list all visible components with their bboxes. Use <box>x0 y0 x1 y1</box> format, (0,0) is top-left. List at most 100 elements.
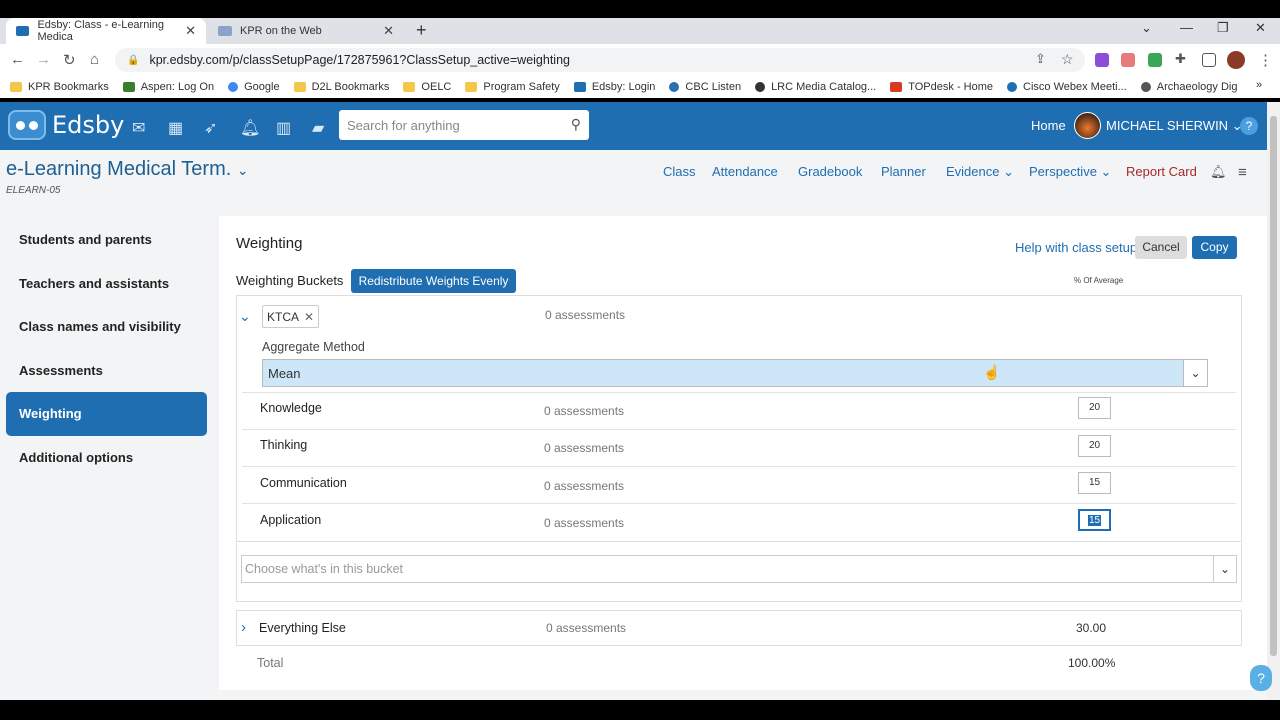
bookmarks-bar: KPR Bookmarks Aspen: Log On Google D2L B… <box>0 76 1280 98</box>
mail-icon[interactable]: ✉ <box>132 118 145 138</box>
chevron-right-icon[interactable]: › <box>241 619 246 636</box>
more-bookmarks-icon[interactable]: » <box>1256 79 1262 91</box>
bookmark-item[interactable]: D2L Bookmarks <box>293 81 389 93</box>
user-menu[interactable]: MICHAEL SHERWIN ⌄ <box>1106 118 1243 134</box>
tab-kpr[interactable]: KPR on the Web ✕ <box>208 18 404 44</box>
search-icon[interactable]: ⚲ <box>571 116 581 133</box>
bell-icon[interactable]: 🔔︎ <box>240 118 260 138</box>
window-close-icon[interactable]: ✕ <box>1255 20 1266 36</box>
new-tab-icon[interactable]: + <box>416 20 427 41</box>
category-name: Application <box>260 513 322 527</box>
nav-attendance[interactable]: Attendance <box>712 164 778 179</box>
url-input[interactable]: 🔒 kpr.edsby.com/p/classSetupPage/1728759… <box>115 48 1085 72</box>
aggregate-method-select[interactable]: Mean ⌄ <box>262 359 1208 387</box>
sidebar: Students and parents Teachers and assist… <box>6 218 207 479</box>
extension-icon[interactable] <box>1095 53 1109 67</box>
remove-tag-icon[interactable]: ✕ <box>304 310 314 324</box>
nav-gradebook[interactable]: Gradebook <box>798 164 862 179</box>
bookmark-item[interactable]: Program Safety <box>465 81 560 93</box>
bookmark-item[interactable]: CBC Listen <box>669 81 741 93</box>
weight-input[interactable]: 20 <box>1078 435 1111 457</box>
close-icon[interactable]: ✕ <box>383 23 394 39</box>
sidebar-item-teachers[interactable]: Teachers and assistants <box>6 262 207 306</box>
back-icon[interactable]: ← <box>10 51 25 68</box>
scrollbar-thumb[interactable] <box>1270 116 1277 656</box>
calendar-icon[interactable]: ▦ <box>168 118 183 138</box>
sidebar-item-students[interactable]: Students and parents <box>6 218 207 262</box>
address-bar: ← → ↻ ⌂ 🔒 kpr.edsby.com/p/classSetupPage… <box>0 44 1280 76</box>
tab-search-icon[interactable]: ⌄ <box>1141 20 1152 36</box>
sidebar-item-class-names[interactable]: Class names and visibility <box>6 305 207 349</box>
share-icon[interactable]: ⇪ <box>1035 51 1046 67</box>
nav-class[interactable]: Class <box>663 164 696 179</box>
bookmark-star-icon[interactable]: ☆ <box>1061 51 1074 68</box>
nav-perspective[interactable]: Perspective ⌄ <box>1029 164 1111 180</box>
bookmark-item[interactable]: KPR Bookmarks <box>10 81 109 93</box>
bookmark-item[interactable]: Archaeology Dig <box>1140 81 1237 93</box>
nav-evidence[interactable]: Evidence ⌄ <box>946 164 1014 180</box>
bookmark-item[interactable]: Google <box>228 81 280 93</box>
hamburger-menu-icon[interactable]: ≡ <box>1238 164 1247 181</box>
bookmark-item[interactable]: Cisco Webex Meeti... <box>1007 81 1127 93</box>
category-assessments: 0 assessments <box>544 516 625 530</box>
help-icon[interactable]: ? <box>1240 117 1258 135</box>
menu-kebab-icon[interactable]: ⋮ <box>1258 51 1273 69</box>
home-link[interactable]: Home <box>1031 118 1066 133</box>
close-icon[interactable]: ✕ <box>185 23 196 39</box>
cancel-button[interactable]: Cancel <box>1135 236 1187 259</box>
bookmark-item[interactable]: TOPdesk - Home <box>890 81 993 93</box>
chevron-down-icon: ⌄ <box>1003 164 1015 179</box>
nav-report-card[interactable]: Report Card <box>1126 164 1197 179</box>
class-title[interactable]: e-Learning Medical Term. ⌄ <box>6 158 249 181</box>
bucket-contents-select[interactable]: Choose what's in this bucket ⌄ <box>241 555 1237 583</box>
copy-button[interactable]: Copy <box>1192 236 1237 259</box>
minimize-icon[interactable]: — <box>1180 20 1193 35</box>
forward-icon[interactable]: → <box>36 51 51 68</box>
folder-icon[interactable]: ▰ <box>312 118 324 138</box>
redistribute-button[interactable]: Redistribute Weights Evenly <box>351 269 516 293</box>
home-icon[interactable]: ⌂ <box>90 51 99 68</box>
url-text: kpr.edsby.com/p/classSetupPage/172875961… <box>149 53 570 67</box>
extension-icon[interactable] <box>1148 53 1162 67</box>
scrollbar[interactable] <box>1267 102 1280 700</box>
edsby-logo[interactable]: Edsby <box>8 110 124 140</box>
search-placeholder: Search for anything <box>347 117 460 133</box>
sidebar-item-additional[interactable]: Additional options <box>6 436 207 480</box>
bookmark-item[interactable]: LRC Media Catalog... <box>755 81 876 93</box>
everything-else-assessments: 0 assessments <box>546 621 627 635</box>
bookmark-label: TOPdesk - Home <box>908 81 994 93</box>
extension-icon[interactable] <box>1121 53 1135 67</box>
side-panel-icon[interactable] <box>1202 53 1216 67</box>
bookmark-item[interactable]: Aspen: Log On <box>122 81 214 93</box>
edsby-eyes-icon <box>8 110 46 140</box>
extensions-puzzle-icon[interactable]: ✚ <box>1175 51 1186 67</box>
help-chat-icon[interactable]: ? <box>1250 665 1272 691</box>
help-link[interactable]: Help with class setup <box>1015 240 1137 255</box>
folder-icon <box>403 82 416 92</box>
bookmark-item[interactable]: OELC <box>403 81 451 93</box>
leaf-icon <box>122 82 135 92</box>
search-input[interactable]: Search for anything ⚲ <box>339 110 589 140</box>
profile-avatar-icon[interactable] <box>1227 51 1245 69</box>
weight-input[interactable]: 15 <box>1078 472 1111 494</box>
edsby-favicon-icon <box>16 26 30 36</box>
maximize-icon[interactable]: ❐ <box>1217 20 1229 36</box>
weight-input[interactable]: 20 <box>1078 397 1111 419</box>
reload-icon[interactable]: ↻ <box>63 51 76 69</box>
rocket-icon[interactable]: ➶ <box>204 118 217 138</box>
avatar[interactable] <box>1074 112 1101 139</box>
bookmark-label: Cisco Webex Meeti... <box>1023 81 1127 93</box>
chevron-down-icon[interactable]: ⌄ <box>1183 360 1207 386</box>
total-value: 100.00% <box>1068 656 1116 670</box>
tab-edsby[interactable]: Edsby: Class - e-Learning Medica ✕ <box>6 18 206 44</box>
bell-icon[interactable]: 🔔︎ <box>1210 164 1227 180</box>
chevron-down-icon[interactable]: ⌄ <box>239 308 251 325</box>
sidebar-item-weighting[interactable]: Weighting <box>6 392 207 436</box>
sidebar-item-assessments[interactable]: Assessments <box>6 349 207 393</box>
chevron-down-icon[interactable]: ⌄ <box>1213 556 1236 582</box>
chart-icon[interactable]: ▥ <box>276 118 291 138</box>
nav-planner[interactable]: Planner <box>881 164 926 179</box>
weight-input-focused[interactable]: 15 <box>1078 509 1111 531</box>
total-label: Total <box>257 656 284 670</box>
bookmark-item[interactable]: Edsby: Login <box>573 81 655 93</box>
